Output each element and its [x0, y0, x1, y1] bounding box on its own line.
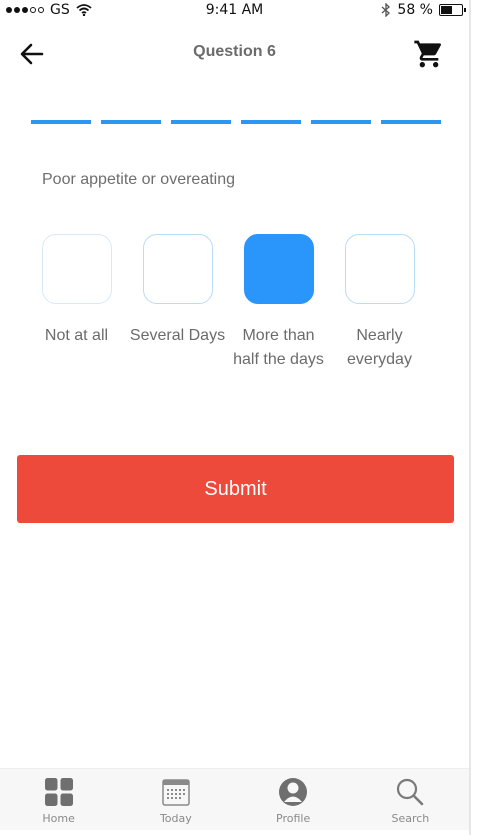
progress-segment	[31, 120, 91, 124]
tab-label: Home	[42, 812, 75, 825]
option-box-selected[interactable]	[243, 234, 314, 304]
option-label: More than half the days	[233, 327, 324, 368]
progress-segment	[311, 120, 371, 124]
option-nearly-everyday[interactable]: Nearly everyday	[329, 234, 430, 372]
answer-options: Not at all Several Days More than half t…	[26, 234, 430, 372]
tab-label: Profile	[276, 812, 311, 825]
tab-bar: Home Today Profile Search	[0, 768, 469, 830]
battery-percent: 58 %	[397, 2, 433, 18]
option-box[interactable]	[142, 234, 213, 304]
question-text: Poor appetite or overeating	[42, 171, 236, 188]
cart-icon[interactable]	[413, 38, 445, 70]
option-label: Not at all	[44, 327, 109, 344]
battery-icon	[439, 4, 466, 16]
option-label: Nearly everyday	[347, 327, 412, 368]
battery-fill	[441, 6, 452, 14]
calendar-icon	[162, 779, 190, 806]
progress-bar	[31, 120, 441, 124]
page-title: Question 6	[193, 43, 276, 60]
option-box[interactable]	[41, 234, 112, 304]
progress-segment	[381, 120, 441, 124]
option-box[interactable]	[344, 234, 415, 304]
progress-segment	[101, 120, 161, 124]
profile-icon	[279, 778, 308, 806]
tab-today[interactable]: Today	[117, 769, 234, 830]
header: Question 6	[0, 30, 469, 76]
search-icon	[397, 778, 424, 806]
status-right: 58 %	[381, 2, 466, 18]
option-not-at-all[interactable]: Not at all	[26, 234, 127, 372]
progress-segment	[241, 120, 301, 124]
tab-label: Search	[391, 812, 430, 825]
tab-label: Today	[159, 812, 192, 825]
grid-icon	[44, 778, 73, 806]
option-more-than-half[interactable]: More than half the days	[228, 234, 329, 372]
status-bar: GS 9:41 AM 58 %	[0, 0, 469, 24]
tab-home[interactable]: Home	[0, 769, 117, 830]
phone-screen: GS 9:41 AM 58 % Question 6 Poor appetite…	[0, 0, 479, 835]
tab-profile[interactable]: Profile	[235, 769, 352, 830]
option-label: Several Days	[129, 327, 226, 344]
progress-segment	[171, 120, 231, 124]
bluetooth-icon	[381, 3, 391, 17]
option-several-days[interactable]: Several Days	[127, 234, 228, 372]
tab-search[interactable]: Search	[352, 769, 469, 830]
submit-button[interactable]: Submit	[17, 455, 454, 523]
